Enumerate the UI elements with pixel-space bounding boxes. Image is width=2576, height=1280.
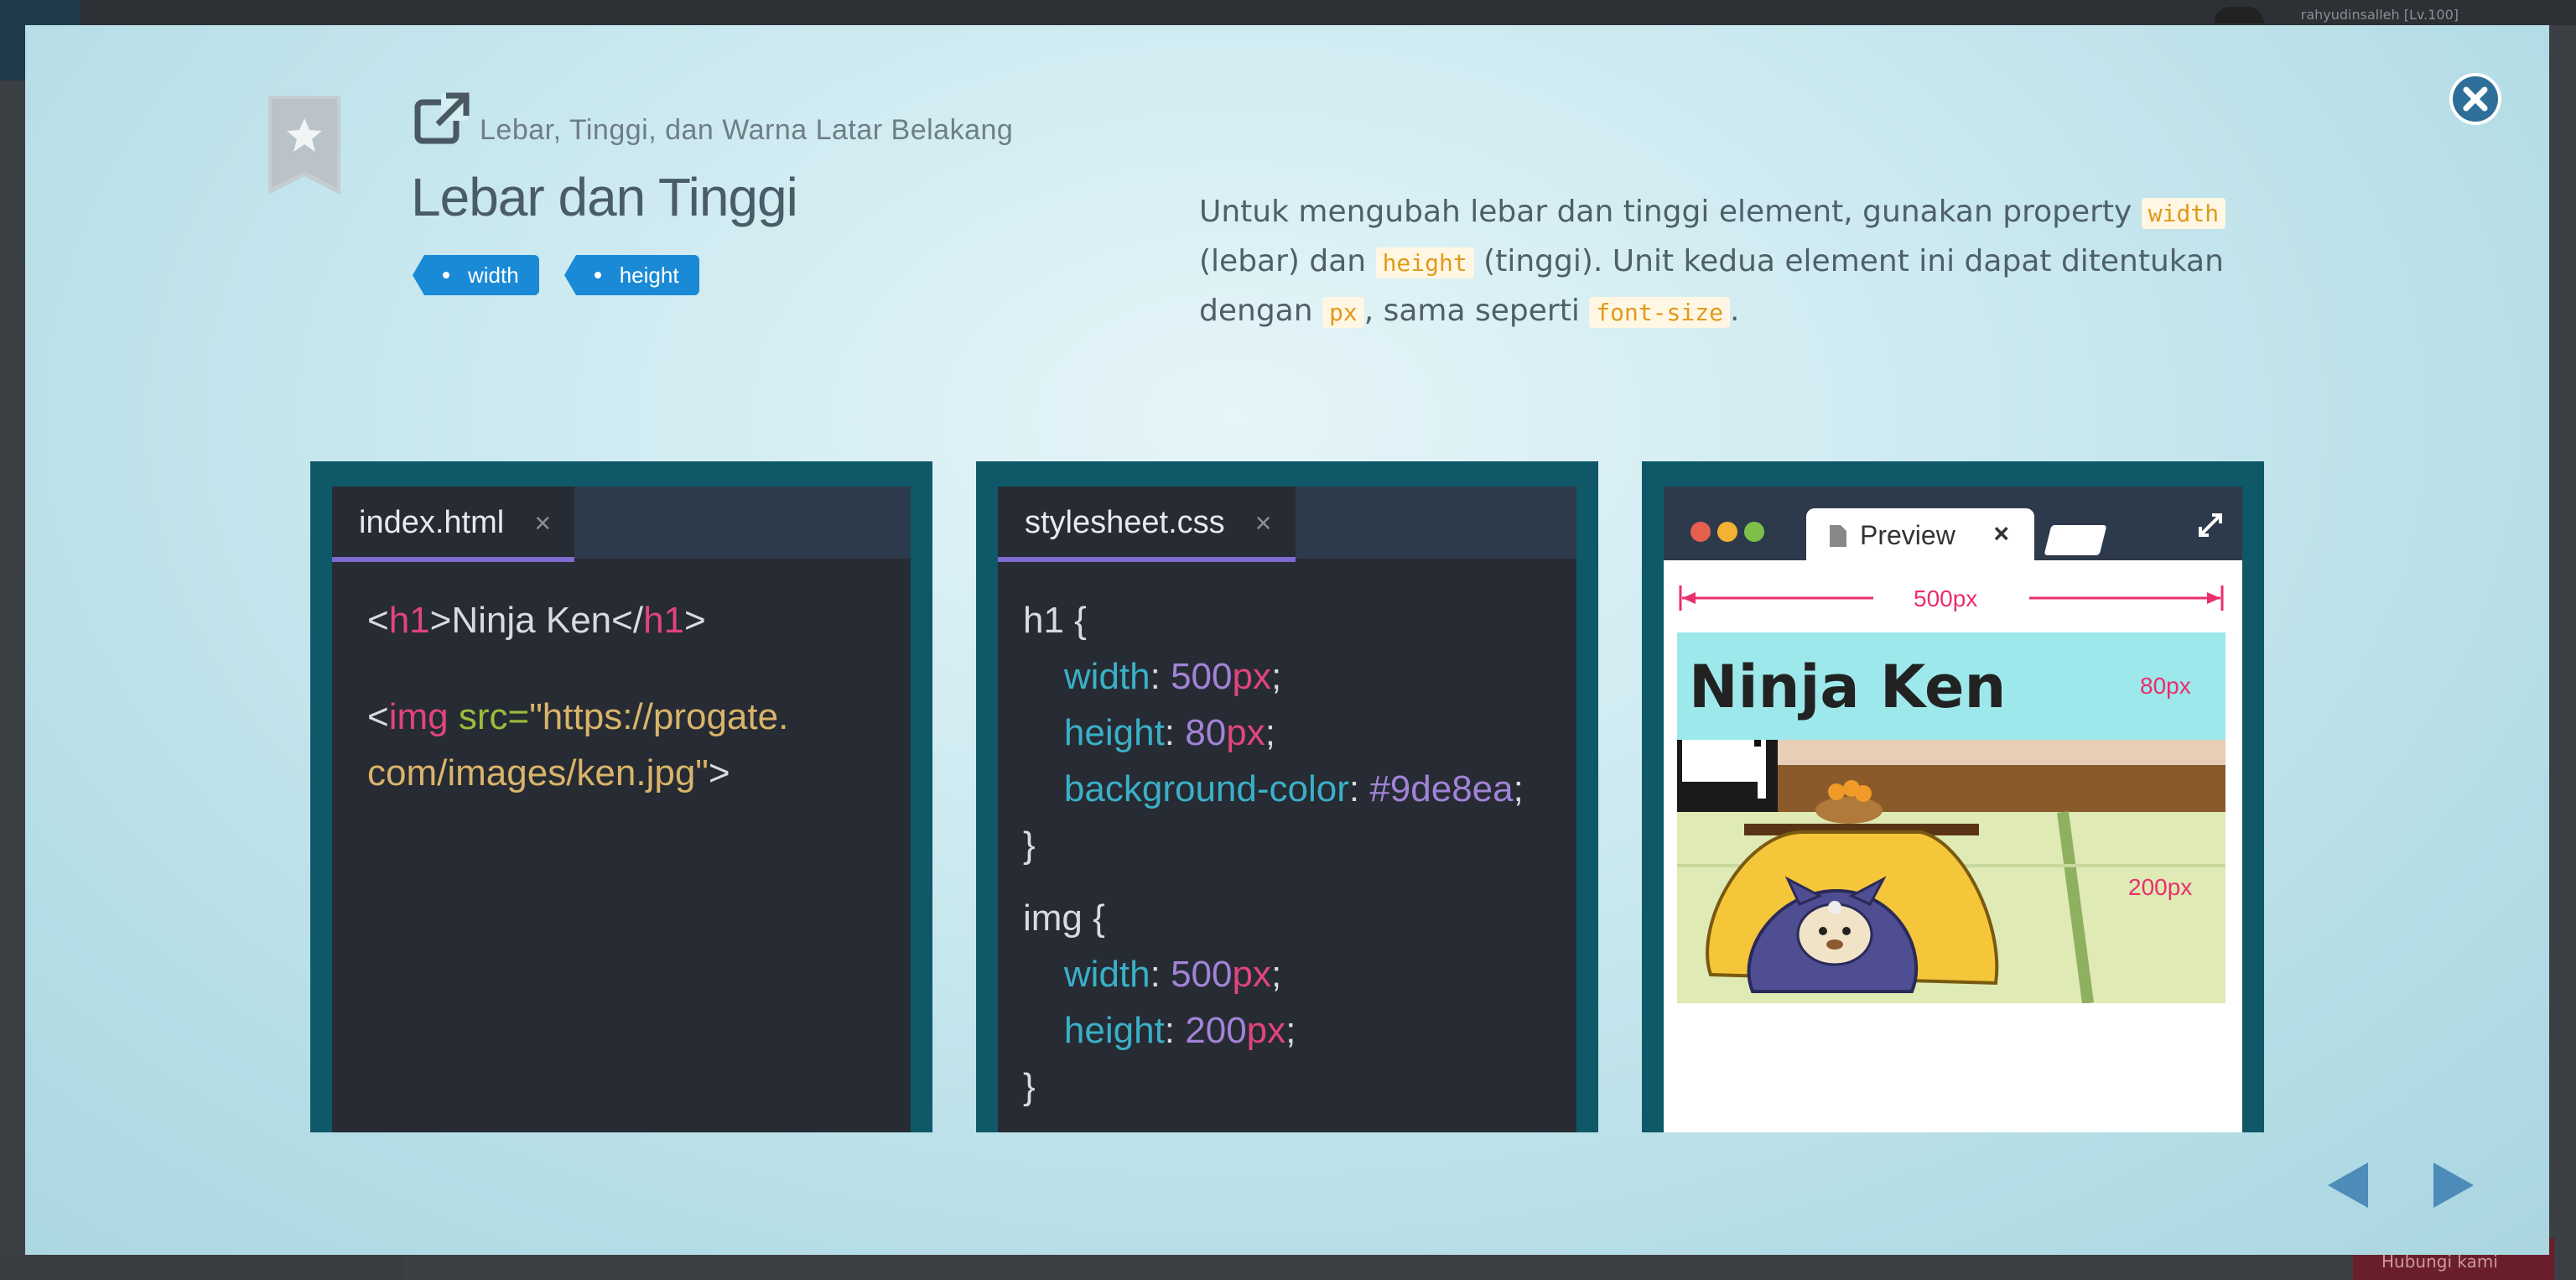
preview-area: 500px Ninja Ken 80px 200px bbox=[1664, 560, 2242, 1132]
code-token: > bbox=[429, 600, 452, 641]
code-font-size: font-size bbox=[1589, 297, 1730, 328]
code-token: img bbox=[388, 696, 449, 737]
description: Untuk mengubah lebar dan tinggi element,… bbox=[1199, 188, 2256, 336]
code-token: </ bbox=[611, 600, 644, 641]
background-topbar bbox=[0, 0, 2576, 25]
css-property: height bbox=[1063, 1010, 1165, 1051]
css-editor[interactable]: stylesheet.css × h1 { width: 500px; heigh… bbox=[998, 487, 1576, 1132]
css-property: height bbox=[1063, 712, 1165, 753]
img-height-label: 200px bbox=[2128, 874, 2193, 900]
tab-close-icon[interactable]: × bbox=[1255, 507, 1272, 539]
css-value: 200 bbox=[1185, 1010, 1247, 1051]
code-gap bbox=[367, 648, 788, 689]
tab-label: index.html bbox=[359, 505, 505, 540]
tab-stylesheet-css[interactable]: stylesheet.css × bbox=[998, 487, 1296, 562]
html-editor[interactable]: index.html × <h1>Ninja Ken</h1> <img src=… bbox=[332, 487, 911, 1132]
h1-height-label: 80px bbox=[2140, 673, 2191, 699]
code-gap bbox=[1023, 873, 1524, 890]
code-token: > bbox=[708, 752, 730, 793]
css-unit: px bbox=[1232, 954, 1271, 995]
new-tab-button[interactable] bbox=[2044, 525, 2107, 555]
css-brace: } bbox=[1023, 1066, 1036, 1107]
description-text: , sama seperti bbox=[1363, 294, 1590, 328]
slide-modal: Lebar, Tinggi, dan Warna Latar Belakang … bbox=[25, 25, 2549, 1255]
minimize-dot-icon[interactable] bbox=[1717, 522, 1737, 542]
code-width: width bbox=[2141, 198, 2226, 229]
breadcrumb: Lebar, Tinggi, dan Warna Latar Belakang bbox=[480, 114, 1014, 146]
user-avatar bbox=[2214, 7, 2264, 23]
code-px: px bbox=[1322, 297, 1364, 328]
tag-width[interactable]: width bbox=[413, 255, 539, 295]
tag-list: width height bbox=[413, 255, 699, 295]
tab-close-icon[interactable]: × bbox=[1993, 518, 2009, 549]
css-brace: } bbox=[1023, 825, 1036, 866]
css-code: h1 { width: 500px; height: 80px; backgro… bbox=[1023, 600, 1524, 1107]
preview-panel: Preview × 500px Ninja Ken 80px 200px bbox=[1642, 461, 2264, 1132]
code-token: h1 bbox=[643, 600, 685, 641]
css-value: 500 bbox=[1171, 954, 1233, 995]
background-bottom-bar bbox=[0, 1255, 402, 1280]
user-name: rahyudinsalleh [Lv.100] bbox=[2300, 7, 2459, 23]
preview-browser: Preview × 500px Ninja Ken 80px 200px bbox=[1664, 487, 2242, 1132]
css-editor-panel: stylesheet.css × h1 { width: 500px; heigh… bbox=[976, 461, 1598, 1132]
arrow-right-icon[interactable] bbox=[2430, 1163, 2474, 1208]
code-token: < bbox=[367, 696, 389, 737]
css-selector: h1 { bbox=[1023, 600, 1087, 641]
code-token: < bbox=[367, 600, 389, 641]
html-editor-panel: index.html × <h1>Ninja Ken</h1> <img src=… bbox=[310, 461, 932, 1132]
css-unit: px bbox=[1232, 656, 1271, 697]
css-value: 500 bbox=[1171, 656, 1233, 697]
html-code: <h1>Ninja Ken</h1> <img src="https://pro… bbox=[367, 592, 788, 801]
code-token: "https://progate. bbox=[529, 696, 789, 737]
close-dot-icon[interactable] bbox=[1690, 522, 1711, 542]
tab-label: stylesheet.css bbox=[1025, 505, 1225, 540]
file-icon bbox=[1830, 525, 1846, 547]
description-text: Untuk mengubah lebar dan tinggi element,… bbox=[1199, 195, 2142, 229]
css-property: background-color bbox=[1063, 768, 1349, 809]
ninja-ken-image bbox=[1677, 740, 2225, 1003]
description-text: (lebar) dan bbox=[1199, 244, 1376, 278]
code-token: h1 bbox=[388, 600, 430, 641]
code-token: Ninja Ken bbox=[451, 600, 612, 641]
css-property: width bbox=[1063, 954, 1150, 995]
code-token: > bbox=[684, 600, 706, 641]
code-token: src= bbox=[448, 696, 530, 737]
description-text: . bbox=[1729, 294, 1740, 328]
tab-preview[interactable]: Preview × bbox=[1806, 508, 2034, 562]
tab-close-icon[interactable]: × bbox=[534, 507, 551, 539]
external-link-icon[interactable] bbox=[413, 89, 471, 148]
bookmark-star-icon[interactable] bbox=[268, 96, 340, 195]
maximize-dot-icon[interactable] bbox=[1744, 522, 1764, 542]
expand-icon[interactable] bbox=[2197, 512, 2224, 539]
css-value: 80 bbox=[1185, 712, 1227, 753]
arrow-left-icon[interactable] bbox=[2328, 1163, 2371, 1208]
css-unit: px bbox=[1226, 712, 1265, 753]
ninja-ken-illustration bbox=[1677, 740, 2225, 1003]
code-height: height bbox=[1375, 247, 1474, 278]
css-property: width bbox=[1063, 656, 1150, 697]
css-unit: px bbox=[1246, 1010, 1286, 1051]
page-title: Lebar dan Tinggi bbox=[411, 167, 798, 227]
code-token: com/images/ken.jpg" bbox=[367, 752, 709, 793]
css-selector: img { bbox=[1023, 898, 1105, 939]
css-value: #9de8ea bbox=[1369, 768, 1514, 809]
close-icon[interactable] bbox=[2449, 72, 2502, 126]
width-dimension-label: 500px bbox=[1914, 585, 1978, 611]
tab-label: Preview bbox=[1860, 520, 1955, 550]
tag-height[interactable]: height bbox=[564, 255, 699, 295]
browser-bar: Preview × bbox=[1664, 487, 2242, 562]
tab-index-html[interactable]: index.html × bbox=[332, 487, 575, 562]
h1-preview-text: Ninja Ken bbox=[1689, 653, 2007, 721]
